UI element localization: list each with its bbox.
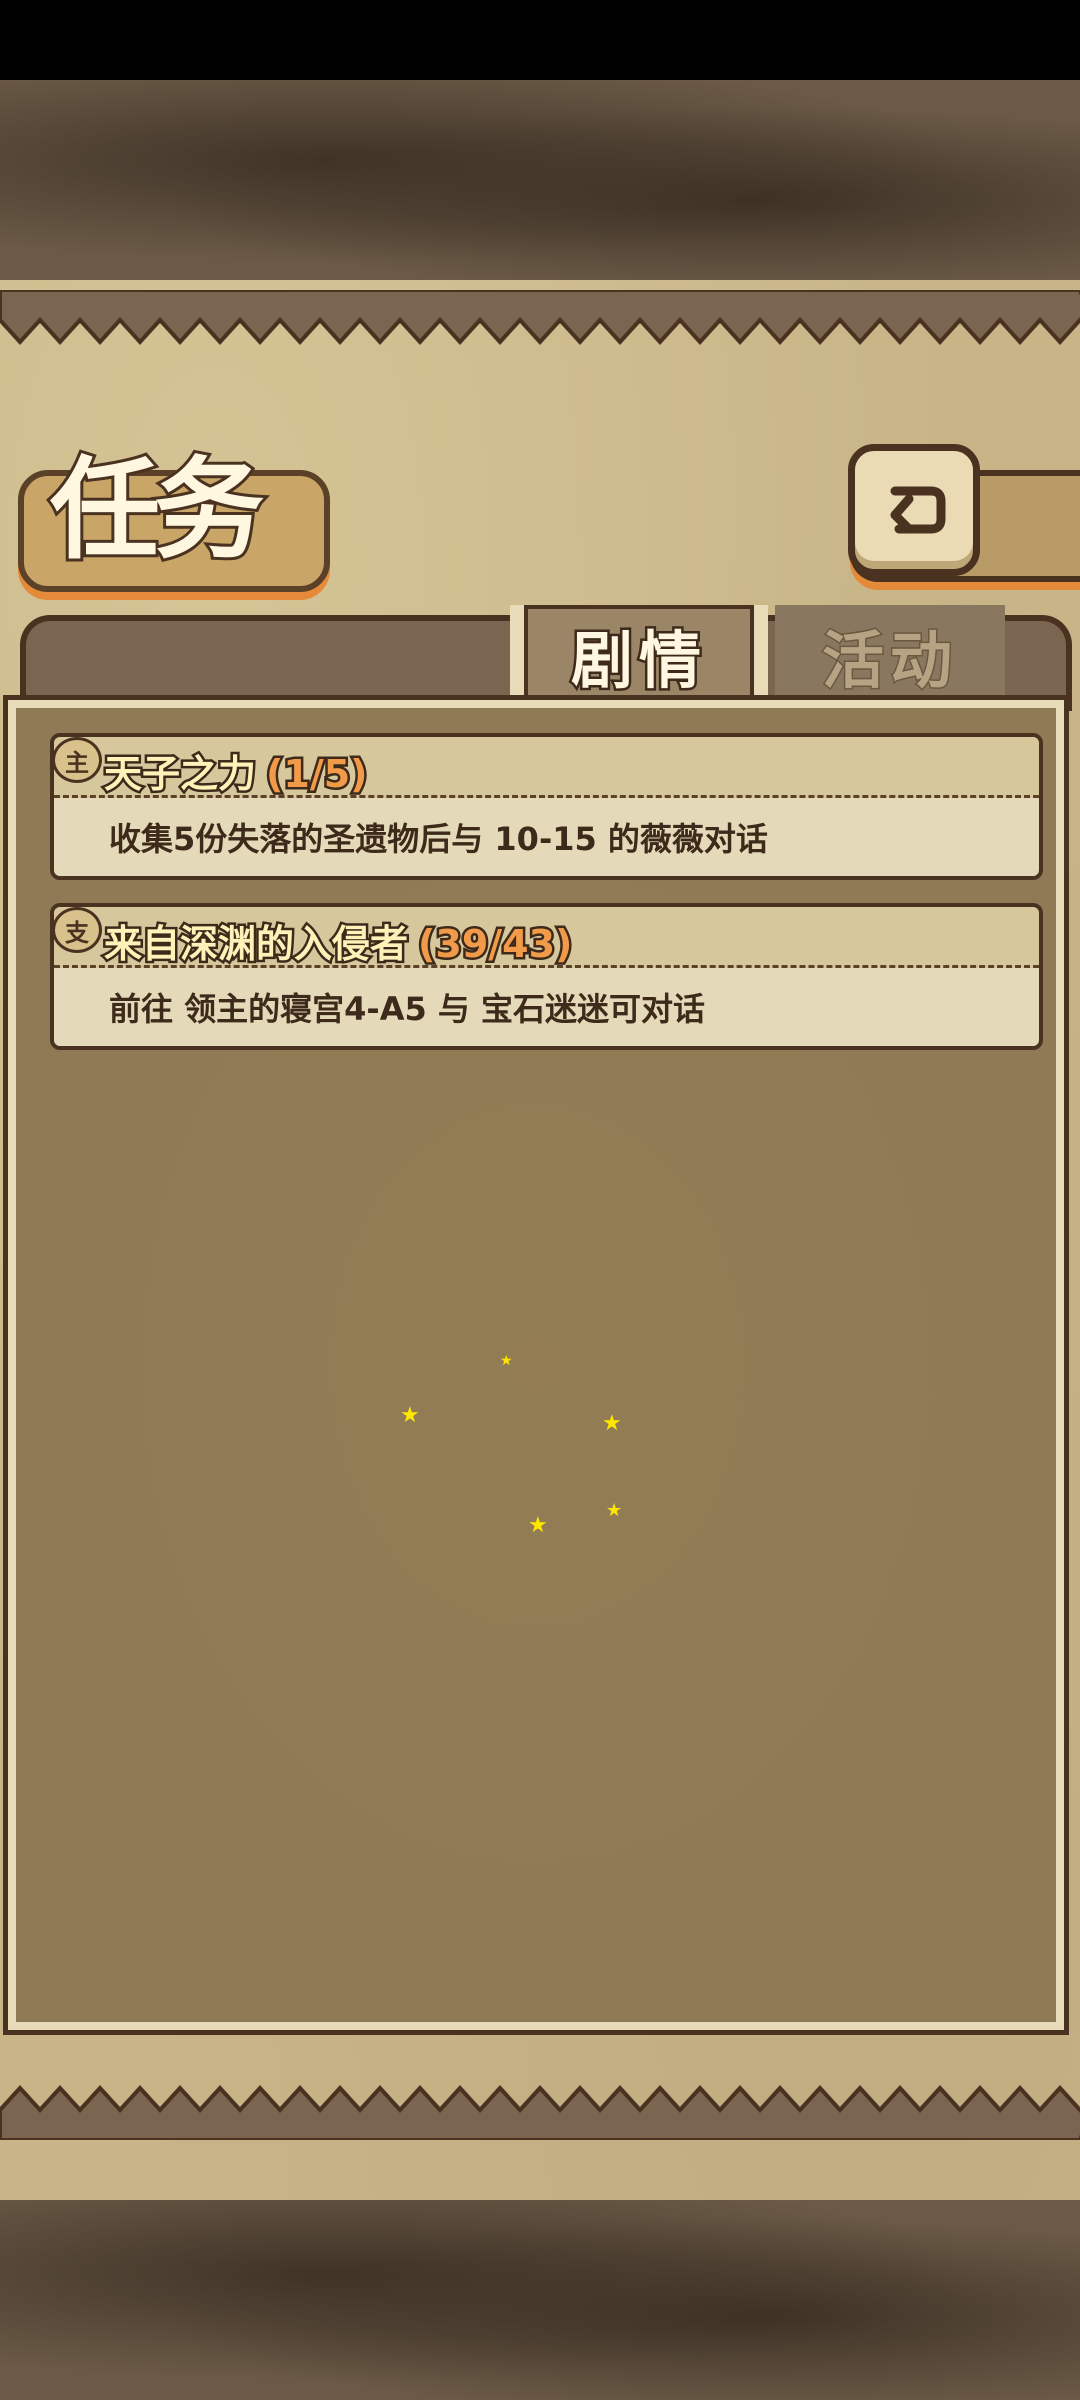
quest-item[interactable]: 支 来自深渊的入侵者 (39/43) 前往 领主的寝宫4-A5 与 宝石迷迷可对话 xyxy=(50,903,1043,1050)
quest-description: 收集5份失落的圣遗物后与 10-15 的薇薇对话 xyxy=(54,798,1039,876)
quest-progress: (1/5) xyxy=(264,750,370,799)
quest-description: 前往 领主的寝宫4-A5 与 宝石迷迷可对话 xyxy=(54,968,1039,1046)
back-button[interactable] xyxy=(848,444,980,576)
quest-title: 天子之力 (1/5) xyxy=(101,743,370,799)
status-bar xyxy=(0,0,1080,80)
side-quest-icon: 支 xyxy=(54,907,102,953)
quest-progress: (39/43) xyxy=(416,920,575,969)
zigzag-border-bottom xyxy=(0,2085,1080,2140)
return-arrow-icon xyxy=(890,486,946,534)
tab-events[interactable]: 活动 xyxy=(775,605,1005,705)
map-background-top xyxy=(0,80,1080,280)
quest-title: 来自深渊的入侵者 (39/43) xyxy=(101,913,575,969)
zigzag-border-top xyxy=(0,290,1080,345)
star-sparkle-icon: ★ xyxy=(400,1403,420,1428)
quest-name: 天子之力 xyxy=(101,750,258,799)
page-title: 任务 xyxy=(47,443,267,577)
quest-list-panel xyxy=(3,695,1069,2035)
quest-name: 来自深渊的入侵者 xyxy=(101,920,410,969)
quest-header: 主 天子之力 (1/5) xyxy=(54,737,1039,799)
quest-header: 支 来自深渊的入侵者 (39/43) xyxy=(54,907,1039,969)
star-sparkle-icon: ★ xyxy=(602,1411,622,1436)
star-sparkle-icon: ★ xyxy=(606,1500,623,1521)
main-quest-icon: 主 xyxy=(54,737,102,783)
quest-item[interactable]: 主 天子之力 (1/5) 收集5份失落的圣遗物后与 10-15 的薇薇对话 xyxy=(50,733,1043,880)
tab-story[interactable]: 剧情 xyxy=(510,605,768,705)
star-sparkle-icon: ★ xyxy=(528,1513,548,1538)
map-background-bottom xyxy=(0,2190,1080,2400)
star-sparkle-icon: ★ xyxy=(500,1353,513,1369)
